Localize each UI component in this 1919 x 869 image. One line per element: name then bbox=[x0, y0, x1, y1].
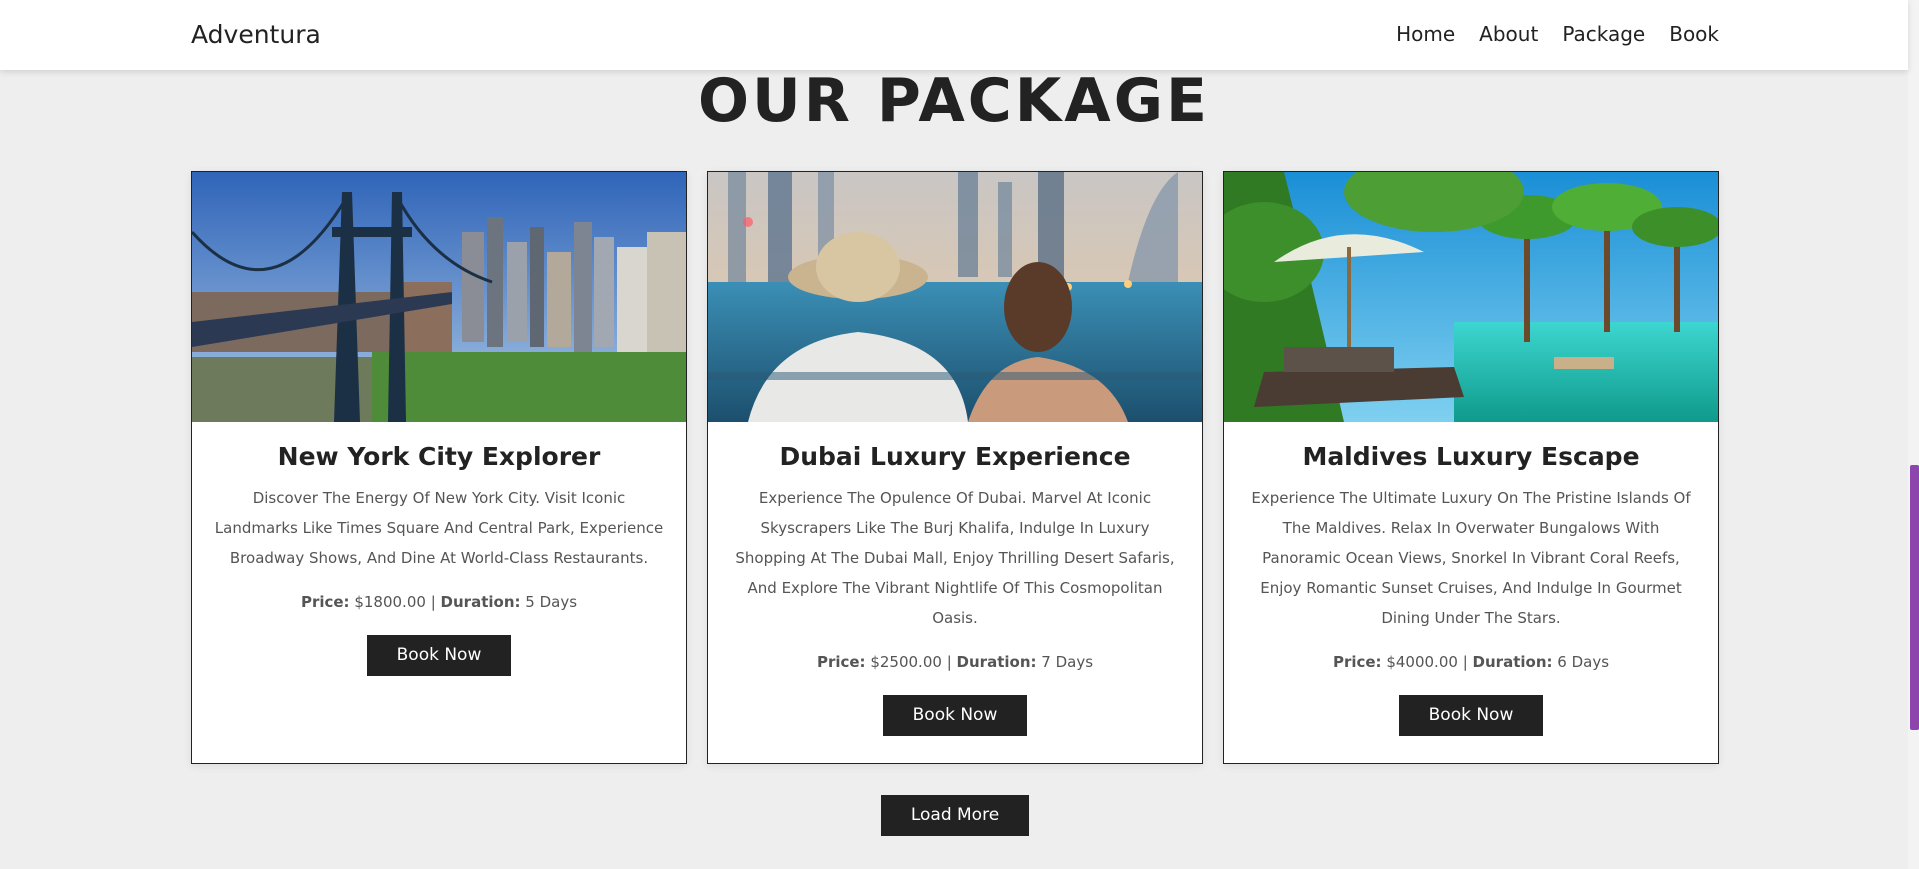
section-title: OUR PACKAGE bbox=[698, 66, 1210, 136]
navbar: Adventura Home About Package Book bbox=[0, 0, 1908, 70]
meta-separator: | bbox=[946, 653, 952, 671]
price-label: Price: bbox=[816, 653, 866, 671]
price-label: Price: bbox=[300, 593, 350, 611]
package-meta: Price: $2500.00 | Duration: 7 Days bbox=[728, 653, 1182, 671]
package-description: Experience The Ultimate Luxury On The Pr… bbox=[1251, 489, 1691, 627]
package-image-dubai bbox=[708, 172, 1202, 422]
book-now-button[interactable]: Book Now bbox=[367, 635, 511, 676]
package-image-new-york bbox=[192, 172, 686, 422]
book-now-button[interactable]: Book Now bbox=[1399, 695, 1543, 736]
package-card: Maldives Luxury Escape Experience The Ul… bbox=[1223, 171, 1719, 764]
nav-links: Home About Package Book bbox=[1396, 22, 1719, 46]
price-value: $2500.00 bbox=[870, 653, 942, 671]
package-card: New York City Explorer Discover The Ener… bbox=[191, 171, 687, 764]
price-label: Price: bbox=[1332, 653, 1382, 671]
brand-logo[interactable]: Adventura bbox=[191, 20, 321, 49]
scrollbar-thumb[interactable] bbox=[1910, 465, 1919, 730]
book-now-button[interactable]: Book Now bbox=[883, 695, 1027, 736]
duration-value: 5 Days bbox=[525, 593, 578, 611]
card-body: New York City Explorer Discover The Ener… bbox=[192, 422, 686, 676]
package-image-maldives bbox=[1224, 172, 1718, 422]
package-cards: New York City Explorer Discover The Ener… bbox=[191, 171, 1719, 764]
nav-link-package[interactable]: Package bbox=[1562, 22, 1645, 46]
duration-value: 7 Days bbox=[1041, 653, 1094, 671]
scrollbar-track[interactable] bbox=[1908, 0, 1919, 869]
duration-label: Duration: bbox=[1472, 653, 1553, 671]
duration-label: Duration: bbox=[440, 593, 521, 611]
package-description: Discover The Energy Of New York City. Vi… bbox=[214, 489, 664, 567]
meta-separator: | bbox=[1462, 653, 1468, 671]
meta-separator: | bbox=[430, 593, 436, 611]
package-description: Experience The Opulence Of Dubai. Marvel… bbox=[735, 489, 1175, 627]
nav-link-about[interactable]: About bbox=[1479, 22, 1538, 46]
package-title: New York City Explorer bbox=[277, 442, 601, 471]
package-card: Dubai Luxury Experience Experience The O… bbox=[707, 171, 1203, 764]
package-meta: Price: $1800.00 | Duration: 5 Days bbox=[212, 593, 666, 611]
package-title: Maldives Luxury Escape bbox=[1302, 442, 1640, 471]
card-body: Maldives Luxury Escape Experience The Ul… bbox=[1224, 422, 1718, 736]
package-title: Dubai Luxury Experience bbox=[779, 442, 1131, 471]
package-meta: Price: $4000.00 | Duration: 6 Days bbox=[1244, 653, 1698, 671]
nav-link-book[interactable]: Book bbox=[1669, 22, 1719, 46]
card-body: Dubai Luxury Experience Experience The O… bbox=[708, 422, 1202, 736]
price-value: $1800.00 bbox=[354, 593, 426, 611]
load-more-button[interactable]: Load More bbox=[881, 795, 1029, 836]
duration-label: Duration: bbox=[956, 653, 1037, 671]
nav-link-home[interactable]: Home bbox=[1396, 22, 1455, 46]
price-value: $4000.00 bbox=[1386, 653, 1458, 671]
duration-value: 6 Days bbox=[1557, 653, 1610, 671]
